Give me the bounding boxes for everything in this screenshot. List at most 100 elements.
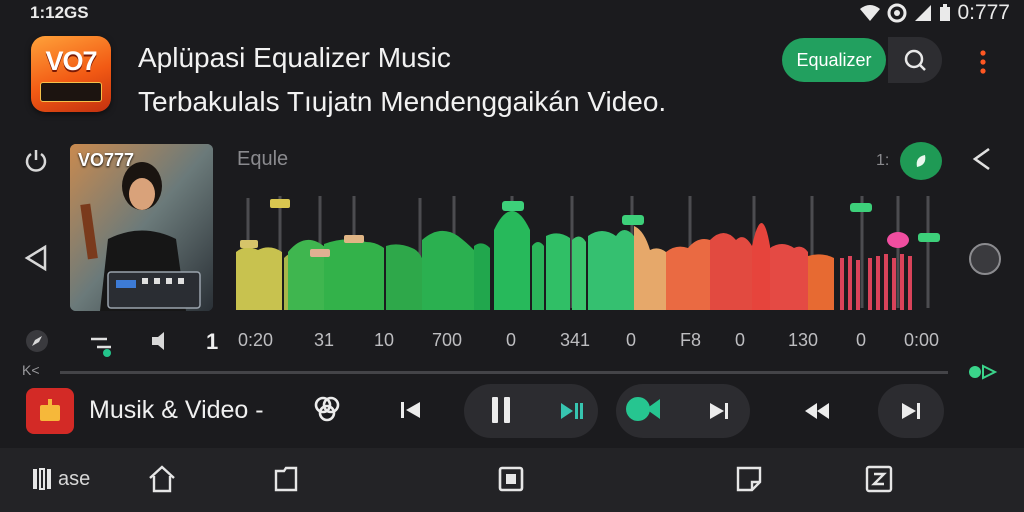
time-label: 10 — [374, 330, 395, 350]
thumbnail-label: VO777 — [78, 150, 135, 170]
next-button[interactable] — [704, 396, 734, 426]
nav-item-note[interactable] — [734, 462, 764, 496]
share-icon — [972, 147, 990, 171]
time-label: 341 — [560, 330, 591, 350]
skip-next-button[interactable] — [556, 396, 586, 426]
pause-button[interactable] — [486, 395, 516, 425]
status-icons: 0:777 — [859, 1, 1010, 25]
more-vert-icon[interactable] — [976, 48, 990, 76]
back-button[interactable] — [21, 243, 51, 273]
eq-knob-6[interactable] — [622, 215, 644, 225]
search-icon — [904, 49, 926, 71]
time-label: 0:20 — [238, 330, 274, 350]
equalizer-button[interactable]: Equalizer — [782, 38, 886, 82]
fish-icon — [626, 397, 660, 421]
play-button[interactable] — [896, 396, 926, 426]
equalizer-visualizer[interactable] — [236, 186, 948, 312]
skip-next-icon — [561, 403, 583, 419]
spectrum-peach — [634, 226, 666, 310]
nav-label-library: ase — [58, 467, 91, 490]
nav-item-square[interactable] — [496, 462, 526, 496]
link-icon — [314, 396, 340, 422]
page-title-line2: Terbakulals Tıujatn Mendenggaikán Video. — [138, 86, 667, 117]
next-icon — [710, 403, 728, 419]
spectrum-yellow — [236, 247, 282, 310]
rewind-button[interactable] — [802, 396, 832, 426]
nav-item-folder[interactable] — [272, 462, 302, 496]
time-label: 0:00 — [904, 330, 940, 350]
nav-item-home[interactable] — [146, 462, 178, 496]
status-bar: 1:12GS 0:777 — [0, 0, 1024, 26]
sync-icon — [887, 3, 907, 23]
previous-icon — [401, 402, 420, 418]
spectrum-green6 — [532, 242, 544, 310]
player-app-icon[interactable] — [26, 388, 74, 434]
play-icon — [902, 403, 920, 419]
wave-icon — [91, 337, 111, 357]
wifi-icon — [860, 5, 881, 21]
progress-track[interactable] — [60, 371, 948, 374]
eq-knob-5[interactable] — [502, 201, 524, 211]
nav-item-z[interactable] — [864, 462, 894, 496]
z-icon — [865, 465, 893, 493]
time-label: 0 — [735, 330, 746, 350]
eq-knob-3[interactable] — [310, 249, 330, 257]
home-icon — [149, 465, 175, 493]
fish-button[interactable] — [624, 394, 664, 424]
status-time: 1:12GS — [30, 3, 89, 22]
time-label: 0 — [626, 330, 637, 350]
previous-button[interactable] — [396, 395, 426, 425]
app-icon-text: VO7 — [45, 46, 97, 76]
equalizer-readout: 1: — [876, 152, 890, 169]
toggle-icon[interactable] — [967, 364, 999, 380]
time-label: 130 — [788, 330, 819, 350]
wave-button[interactable] — [86, 328, 116, 358]
controls-number: 1 — [206, 329, 219, 354]
share-button[interactable] — [967, 144, 997, 174]
app-icon-decoration — [40, 82, 102, 102]
compass-button[interactable] — [22, 326, 52, 356]
search-button[interactable] — [888, 37, 942, 83]
power-button[interactable] — [21, 145, 51, 175]
page-title-line1: Aplüpasi Equalizer Music — [138, 42, 451, 73]
spectrum-green7 — [546, 233, 570, 310]
spectrum-green-peak — [494, 211, 530, 310]
eq-knob-8[interactable] — [887, 232, 909, 248]
eq-knob-7[interactable] — [850, 203, 872, 212]
back-triangle-icon — [24, 244, 47, 272]
speaker-button[interactable] — [146, 326, 176, 356]
power-icon — [25, 150, 47, 172]
eq-knob-9[interactable] — [918, 233, 940, 242]
eq-knob-2[interactable] — [270, 199, 290, 208]
spectrum-red1 — [710, 233, 752, 310]
battery-icon — [940, 4, 951, 21]
spectrum-red-peak — [752, 223, 770, 310]
spectrum-orange2 — [808, 254, 834, 310]
time-label: 31 — [314, 330, 335, 350]
spectrum-orange — [666, 239, 710, 310]
nav-item-library[interactable]: ase — [30, 462, 90, 496]
book-icon — [33, 468, 51, 490]
link-button[interactable] — [312, 394, 342, 424]
equalizer-toggle-button[interactable] — [900, 142, 942, 180]
speaker-icon — [152, 332, 164, 350]
time-label: 0 — [856, 330, 867, 350]
compass-icon — [26, 330, 48, 352]
square-icon — [498, 466, 524, 492]
leaf-icon — [916, 155, 926, 167]
player-title: Musik & Video - — [89, 396, 264, 424]
eq-knob-1[interactable] — [240, 240, 258, 248]
spectrum-green4 — [422, 230, 474, 310]
spectrum-green3 — [386, 244, 422, 310]
music-box-icon — [40, 399, 60, 421]
folder-icon — [274, 466, 298, 492]
app-icon[interactable]: VO7 — [31, 36, 111, 112]
bottom-nav: ase — [0, 448, 1024, 512]
eq-knob-4[interactable] — [344, 235, 364, 243]
note-icon — [736, 466, 762, 492]
spectrum-green9 — [588, 230, 634, 310]
spectrum-pink-bars — [840, 254, 912, 310]
record-icon[interactable] — [969, 243, 1001, 275]
spectrum-red2 — [770, 244, 808, 310]
k-label: K< — [22, 362, 40, 378]
